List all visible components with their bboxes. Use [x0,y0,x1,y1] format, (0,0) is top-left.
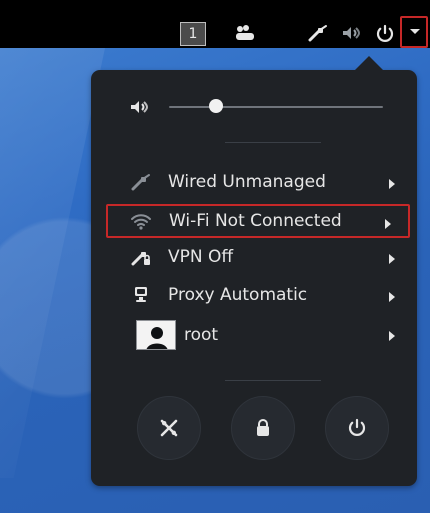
people-icon[interactable] [234,24,256,46]
popup-pointer [355,56,383,70]
volume-slider-track[interactable] [169,106,383,108]
avatar [136,320,176,350]
desktop-decoration [0,48,105,478]
wired-network-icon [130,172,152,197]
system-menu-button[interactable] [400,16,428,48]
menu-separator [225,380,321,381]
top-bar: 1 [0,0,430,48]
volume-row [129,97,389,117]
menu-item-label: root [184,325,219,345]
menu-item-user[interactable]: root [112,320,408,350]
volume-icon[interactable] [341,24,361,46]
menu-item-label: VPN Off [168,247,234,267]
lock-icon [257,419,269,436]
chevron-right-icon [388,288,396,308]
volume-slider-handle[interactable] [209,99,223,113]
lock-button[interactable] [231,396,295,460]
power-icon [348,418,366,436]
menu-item-wired[interactable]: Wired Unmanaged [112,168,408,198]
wired-network-icon[interactable] [308,24,328,46]
settings-icon [160,419,178,437]
settings-button[interactable] [137,396,201,460]
system-menu-dropdown-icon [410,29,420,34]
chevron-right-icon [384,215,392,235]
system-actions [137,396,389,460]
menu-separator [225,142,321,143]
power-button[interactable] [325,396,389,460]
volume-icon [129,99,151,119]
menu-item-label: Proxy Automatic [168,285,308,305]
menu-item-label: Wired Unmanaged [168,172,326,192]
chevron-right-icon [388,175,396,195]
chevron-right-icon [388,250,396,270]
system-menu-popup: Wired Unmanaged Wi-Fi Not Connected VPN … [91,70,417,486]
menu-item-proxy[interactable]: Proxy Automatic [112,281,408,311]
chevron-right-icon [388,327,396,347]
proxy-icon [130,285,152,310]
menu-item-vpn[interactable]: VPN Off [112,243,408,273]
wifi-icon [130,212,152,237]
menu-item-label: Wi-Fi Not Connected [169,211,342,231]
vpn-icon [130,247,152,272]
power-icon[interactable] [375,24,395,46]
menu-item-wifi[interactable]: Wi-Fi Not Connected [106,204,410,238]
workspace-indicator[interactable]: 1 [180,22,206,46]
